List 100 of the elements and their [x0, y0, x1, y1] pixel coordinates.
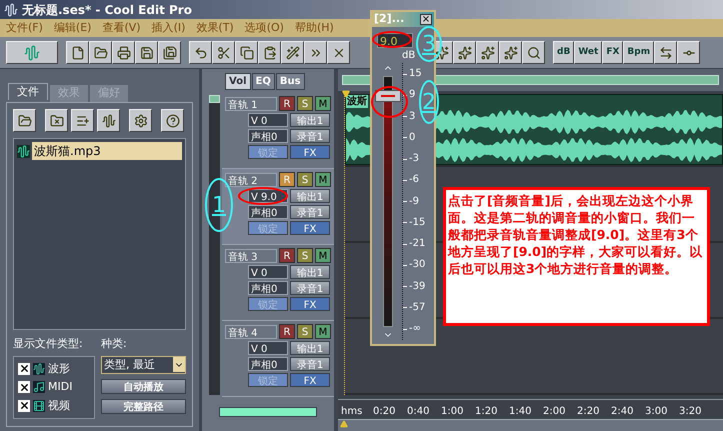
toolbar-button[interactable]	[135, 41, 158, 64]
output-button[interactable]: 输出1	[290, 113, 330, 127]
menu-item[interactable]: 插入(I)	[152, 20, 186, 36]
output-button[interactable]: 输出1	[290, 341, 330, 355]
record-input-button[interactable]: 录音1	[290, 129, 330, 143]
solo-button[interactable]: S	[297, 96, 313, 111]
volume-field[interactable]: V 9.0	[248, 189, 288, 203]
toolbar-button[interactable]	[189, 41, 212, 64]
type-label: MIDI	[48, 379, 72, 395]
record-button[interactable]: R	[279, 172, 295, 187]
toolbar-button[interactable]	[45, 109, 68, 132]
fx-button[interactable]: FX	[290, 145, 330, 159]
toolbar-button[interactable]	[129, 109, 152, 132]
mute-button[interactable]: M	[315, 172, 331, 187]
toolbar-button[interactable]: FX	[602, 41, 624, 64]
solo-button[interactable]: S	[297, 248, 313, 263]
toolbar-button[interactable]	[13, 109, 36, 132]
music-note-icon	[33, 381, 45, 394]
solo-button[interactable]: S	[297, 172, 313, 187]
toolbar-button[interactable]	[97, 109, 120, 132]
pan-field[interactable]: 声相0	[248, 281, 288, 295]
toolbar-button[interactable]	[258, 41, 281, 64]
toolbar-button[interactable]	[281, 41, 304, 64]
magnifier-icon	[526, 46, 540, 60]
sparkle-icon	[458, 46, 472, 60]
solo-button[interactable]: S	[297, 324, 313, 339]
toolbar-button[interactable]	[522, 41, 545, 64]
record-input-button[interactable]: 录音1	[290, 357, 330, 371]
toolbar-button[interactable]	[112, 41, 135, 64]
toolbar-button[interactable]	[89, 41, 112, 64]
record-input-button[interactable]: 录音1	[290, 205, 330, 219]
toolbar-button[interactable]	[66, 41, 89, 64]
checkbox[interactable]	[18, 362, 30, 375]
record-button[interactable]: R	[279, 96, 295, 111]
highlight-ellipse	[372, 31, 412, 48]
panel-tab[interactable]: 文件	[8, 83, 48, 100]
toolbar-button[interactable]	[158, 41, 181, 64]
menu-item[interactable]: 文件(F)	[6, 20, 43, 36]
mute-button[interactable]: M	[315, 96, 331, 111]
track-name[interactable]: 音轨 4	[225, 324, 277, 338]
scale-label: -30	[409, 260, 426, 270]
record-input-button[interactable]: 录音1	[290, 281, 330, 295]
toolbar-button[interactable]: dB	[553, 41, 574, 64]
volume-field[interactable]: V 0	[248, 265, 288, 279]
toolbar-button[interactable]	[71, 109, 94, 132]
scale-label: -∞	[409, 324, 421, 334]
toolbar-button[interactable]	[6, 41, 58, 64]
toolbar-button[interactable]	[304, 41, 327, 64]
toolbar-button[interactable]: Wet	[574, 41, 602, 64]
pan-field[interactable]: 声相0	[248, 205, 288, 219]
toolbar-button[interactable]	[453, 41, 476, 64]
mixer-tab[interactable]: Bus	[276, 72, 305, 90]
toolbar-button[interactable]: Bpm	[623, 41, 654, 64]
output-button[interactable]: 输出1	[290, 265, 330, 279]
fx-button[interactable]: FX	[290, 297, 330, 311]
pan-field[interactable]: 声相0	[248, 129, 288, 143]
note-text: 点击了[音频音量]后，会出现左边这个小界面。这是第二轨的调音量的小窗口。我们一般都把录音轨音量调整成[9.0]。这里有3个地方呈现了[9.0]的字样，大家可以看好。以后也可以用这3个地方进行音量的调整。	[448, 192, 704, 277]
close-button[interactable]: ×	[420, 14, 432, 25]
menu-item[interactable]: 选项(O)	[244, 20, 284, 36]
pan-field[interactable]: 声相0	[248, 357, 288, 371]
toolbar-button[interactable]	[161, 109, 184, 132]
settings-icon	[134, 114, 148, 128]
record-button[interactable]: R	[279, 248, 295, 263]
toolbar-button[interactable]	[212, 41, 235, 64]
record-button[interactable]: R	[279, 324, 295, 339]
sort-dropdown[interactable]: 类型, 最近	[101, 356, 186, 374]
undo-icon	[194, 46, 208, 60]
panel-button[interactable]: 完整路径	[101, 399, 186, 414]
toolbar-button[interactable]	[476, 41, 499, 64]
toolbar-button[interactable]	[235, 41, 258, 64]
mute-button[interactable]: M	[315, 248, 331, 263]
fx-button[interactable]: FX	[290, 373, 330, 387]
menu-item[interactable]: 编辑(E)	[54, 20, 92, 36]
toolbar-button[interactable]	[499, 41, 522, 64]
folder-x-icon	[50, 114, 64, 128]
checkbox[interactable]	[18, 400, 30, 412]
toolbar-button[interactable]	[654, 41, 678, 64]
toolbar-button[interactable]	[677, 41, 700, 64]
volume-field[interactable]: V 0	[248, 341, 288, 355]
checkbox[interactable]	[18, 381, 30, 394]
mixer-tab[interactable]: EQ	[252, 72, 275, 90]
volume-field[interactable]: V 0	[248, 113, 288, 127]
menu-item[interactable]: 效果(T)	[196, 20, 234, 36]
fx-button[interactable]: FX	[290, 221, 330, 235]
ruler-unit: hms	[341, 405, 364, 419]
panel-button[interactable]: 自动播放	[101, 379, 186, 394]
scale-label: 15	[409, 69, 422, 79]
output-button[interactable]: 输出1	[290, 189, 330, 203]
mute-button[interactable]: M	[315, 324, 331, 339]
slider-thumb[interactable]	[375, 90, 401, 102]
track-name[interactable]: 音轨 1	[225, 96, 277, 110]
menu-item[interactable]: 查看(V)	[102, 20, 141, 36]
menu-item[interactable]: 帮助(H)	[294, 20, 334, 36]
mixer-tab[interactable]: Vol	[225, 72, 250, 90]
ruler-label: 0:40	[407, 405, 430, 419]
file-item[interactable]: 波斯猫.mp3	[32, 142, 182, 160]
toolbar-button[interactable]	[327, 41, 350, 64]
app-icon	[4, 2, 18, 16]
volume-slider[interactable]	[375, 76, 401, 327]
track-name[interactable]: 音轨 3	[225, 248, 277, 262]
